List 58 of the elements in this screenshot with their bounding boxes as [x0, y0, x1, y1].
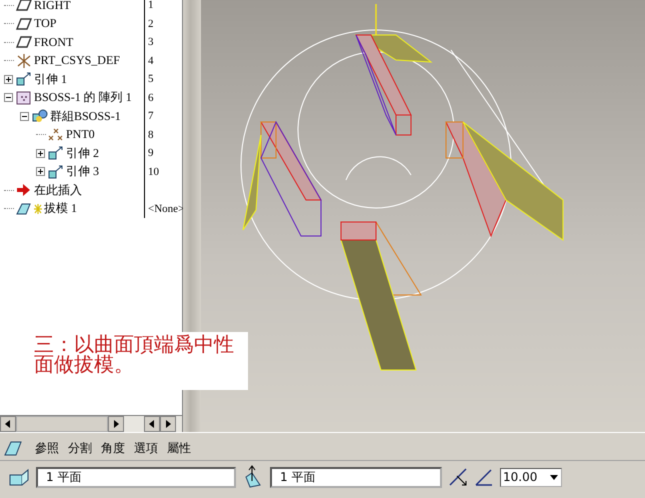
angle-icon — [474, 467, 494, 487]
scroll-right-icon[interactable] — [165, 420, 171, 428]
feature-number: 8 — [148, 128, 154, 141]
tree-item[interactable]: 在此插入 — [34, 182, 82, 199]
extrude-icon — [48, 164, 64, 179]
feature-number: 9 — [148, 147, 154, 160]
expand-toggle[interactable] — [4, 74, 14, 84]
tree-item[interactable]: RIGHT — [34, 0, 71, 13]
pull-direction-field[interactable]: 1 平面 — [270, 466, 442, 488]
tree-item[interactable]: 引伸 3 — [66, 163, 99, 180]
hinge-field[interactable]: 1 平面 — [36, 466, 236, 488]
collapse-toggle[interactable] — [20, 112, 30, 121]
tree-item[interactable]: BSOSS-1 的 陣列 1 — [34, 89, 132, 106]
expand-toggle[interactable] — [36, 167, 46, 176]
flip-direction-icon[interactable] — [448, 467, 468, 487]
tree-item[interactable]: PNT0 — [66, 127, 95, 142]
tree-item[interactable]: 拔模 1 — [44, 200, 77, 218]
insert-arrow-icon — [16, 183, 32, 198]
tree-item[interactable]: FRONT — [34, 34, 74, 50]
scroll-left-icon[interactable] — [149, 420, 155, 428]
expand-toggle[interactable] — [36, 148, 46, 158]
dashboard-tab[interactable]: 選項 — [134, 440, 158, 456]
datum-plane-icon — [16, 18, 32, 30]
pattern-icon — [16, 90, 32, 105]
dashboard-tab[interactable]: 分割 — [68, 440, 92, 456]
feature-number: 7 — [148, 110, 154, 122]
coordinate-system-icon — [16, 54, 32, 68]
horizontal-scrollbar[interactable] — [144, 416, 182, 432]
dashboard-tab[interactable]: 屬性 — [167, 440, 191, 456]
draft-icon — [16, 202, 42, 216]
datum-point-icon — [48, 128, 64, 142]
datum-plane-icon — [16, 36, 32, 48]
caret-icon[interactable] — [550, 474, 558, 480]
scroll-left-icon[interactable] — [5, 420, 11, 428]
feature-number: 1 — [148, 0, 154, 12]
tree-item[interactable]: PRT_CSYS_DEF — [34, 53, 120, 68]
tree-item[interactable]: 引伸 1 — [34, 70, 67, 88]
angle-dropdown[interactable]: 10.00 — [500, 468, 562, 486]
datum-plane-icon — [16, 0, 32, 12]
scroll-right-icon[interactable] — [113, 420, 119, 428]
dashboard-tab[interactable]: 參照 — [35, 440, 59, 456]
feature-number: 6 — [148, 92, 154, 104]
horizontal-scrollbar[interactable] — [0, 416, 144, 432]
tree-item[interactable]: 群組BSOSS-1 — [50, 108, 121, 125]
extrude-icon — [16, 72, 32, 86]
tree-item[interactable]: 引伸 2 — [66, 144, 99, 162]
feature-number: 3 — [148, 36, 154, 48]
feature-number: 5 — [148, 73, 154, 86]
dashboard-tab[interactable]: 角度 — [101, 440, 125, 456]
feature-number: 10 — [148, 166, 159, 178]
extrude-icon — [48, 146, 64, 160]
group-icon — [32, 109, 48, 124]
collapse-toggle[interactable] — [4, 93, 14, 102]
feature-number: 4 — [148, 54, 154, 67]
tree-item[interactable]: TOP — [34, 16, 56, 32]
feature-number: 2 — [148, 18, 154, 30]
hinge-surface-icon — [8, 467, 30, 487]
feature-number: <None> — [148, 202, 184, 215]
